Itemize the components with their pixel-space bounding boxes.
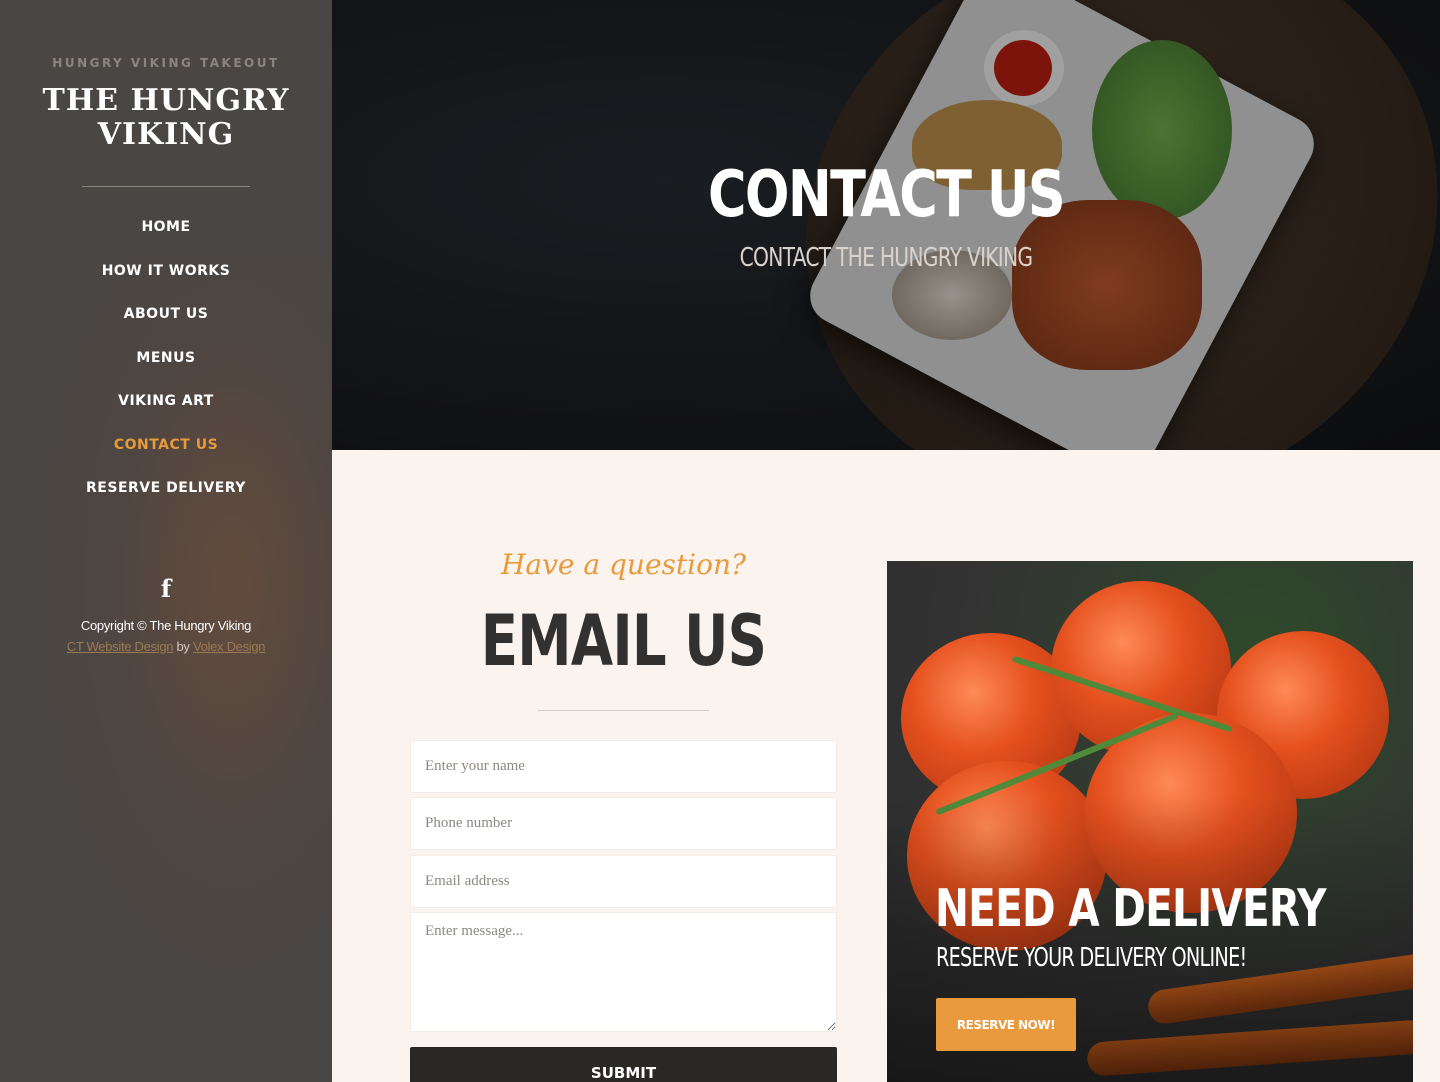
script-heading: Have a question? — [501, 548, 746, 581]
nav-item-how-it-works[interactable]: HOW IT WORKS — [0, 253, 332, 297]
page-subtitle: CONTACT THE HUNGRY VIKING — [739, 243, 1033, 273]
email-us-heading: EMAIL US — [480, 600, 767, 682]
nav-item-about-us[interactable]: ABOUT US — [0, 296, 332, 340]
submit-button[interactable]: SUBMIT — [410, 1047, 837, 1082]
page-title: CONTACT US — [708, 158, 1066, 232]
site-logo[interactable]: THE HUNGRY VIKING — [0, 84, 332, 152]
delivery-promo-card: NEED A DELIVERY RESERVE YOUR DELIVERY ON… — [887, 561, 1413, 1082]
nav-item-reserve-delivery[interactable]: RESERVE DELIVERY — [0, 470, 332, 514]
sidebar-divider — [82, 186, 250, 187]
nav-item-menus[interactable]: MENUS — [0, 340, 332, 384]
site-credits: CT Website Design by Volex Design — [0, 639, 332, 654]
delivery-subtitle: RESERVE YOUR DELIVERY ONLINE! — [936, 943, 1247, 973]
email-heading-divider — [538, 710, 709, 711]
credit-by-text: by — [176, 638, 190, 654]
credit-link-ct-website-design[interactable]: CT Website Design — [67, 639, 174, 654]
nav-item-viking-art[interactable]: VIKING ART — [0, 383, 332, 427]
logo-line-1: THE HUNGRY — [42, 83, 290, 118]
nav-item-home[interactable]: HOME — [0, 209, 332, 253]
delivery-title: NEED A DELIVERY — [935, 879, 1327, 939]
name-input[interactable] — [410, 740, 837, 793]
nav-item-contact-us[interactable]: CONTACT US — [0, 427, 332, 471]
message-textarea[interactable] — [410, 912, 837, 1032]
credit-link-volex-design[interactable]: Volex Design — [193, 639, 266, 654]
phone-input[interactable] — [410, 797, 837, 850]
facebook-icon[interactable]: f — [154, 574, 178, 603]
hero-banner: CONTACT US CONTACT THE HUNGRY VIKING — [332, 0, 1440, 450]
site-tagline: HUNGRY VIKING TAKEOUT — [52, 56, 280, 70]
reserve-now-button[interactable]: RESERVE NOW! — [936, 998, 1076, 1051]
logo-line-2: VIKING — [97, 117, 235, 152]
sidebar: HUNGRY VIKING TAKEOUT THE HUNGRY VIKING … — [0, 0, 332, 1082]
email-input[interactable] — [410, 855, 837, 908]
main-navigation: HOME HOW IT WORKS ABOUT US MENUS VIKING … — [0, 209, 332, 514]
copyright-text: Copyright © The Hungry Viking — [80, 617, 252, 633]
